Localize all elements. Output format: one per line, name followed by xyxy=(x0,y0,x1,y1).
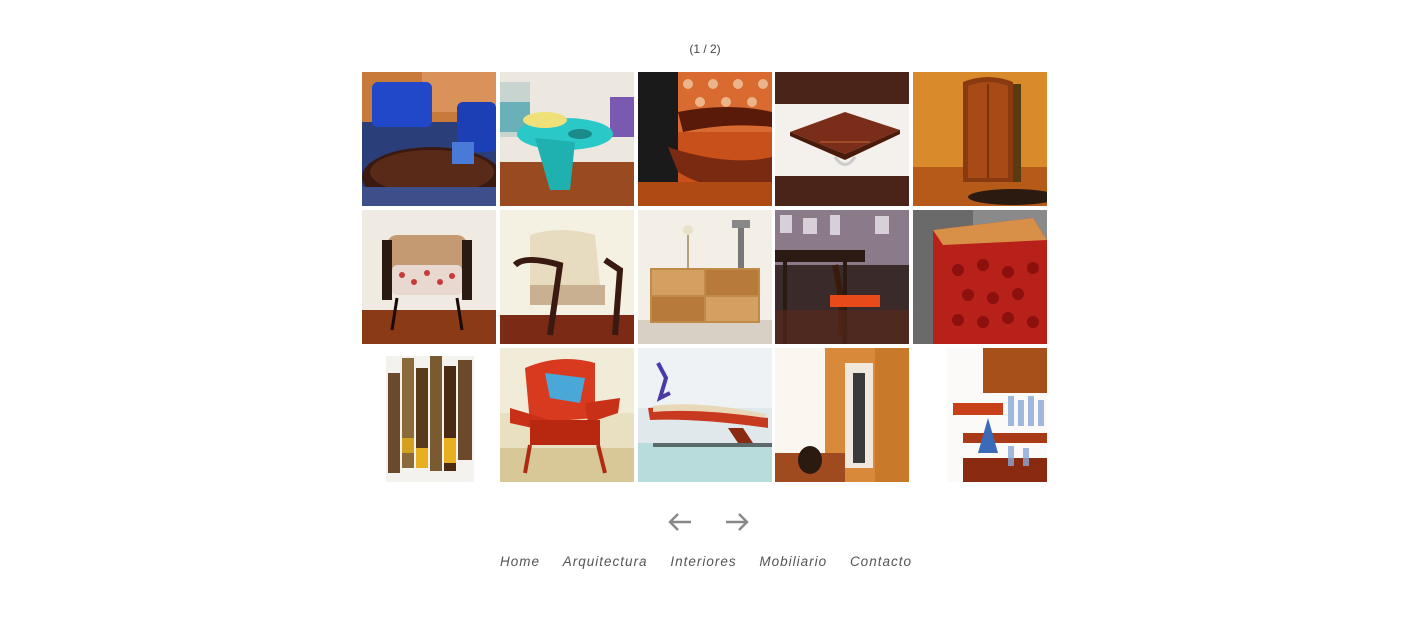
thumbnail-wood-wardrobe[interactable] xyxy=(913,72,1047,206)
thumbnail-red-lace-cube[interactable] xyxy=(913,210,1047,344)
thumbnail-turquoise-table[interactable] xyxy=(499,72,634,206)
thumbnail-wood-tray[interactable] xyxy=(775,72,910,206)
thumbnail-hallway-door[interactable] xyxy=(775,348,910,482)
page: (1 / 2) Home Arquitectura Interiores Mob… xyxy=(0,0,1412,618)
thumbnail-dining-chair[interactable] xyxy=(775,210,910,344)
wood-wardrobe-photo xyxy=(913,72,1047,206)
wood-sculpture-photo xyxy=(362,348,496,482)
thumbnail-burl-dresser[interactable] xyxy=(637,210,772,344)
hallway-door-photo xyxy=(775,348,910,482)
wood-tray-photo xyxy=(775,72,910,206)
thumbnail-red-armchair[interactable] xyxy=(499,348,634,482)
red-lace-cube-photo xyxy=(913,210,1047,344)
nav-link-mobiliario[interactable]: Mobiliario xyxy=(759,554,827,569)
pagination-arrows xyxy=(660,508,760,536)
console-table-photo xyxy=(637,348,772,482)
burl-dresser-photo xyxy=(637,210,772,344)
red-armchair-photo xyxy=(499,348,634,482)
glass-shelf-photo xyxy=(913,348,1047,482)
page-counter: (1 / 2) xyxy=(689,42,721,56)
arrow-left-icon xyxy=(668,513,691,531)
turquoise-table-photo xyxy=(499,72,634,206)
nav-link-arquitectura[interactable]: Arquitectura xyxy=(563,554,648,569)
nav-link-interiores[interactable]: Interiores xyxy=(670,554,736,569)
armchair-red-pattern-photo xyxy=(362,210,496,344)
arrow-right-icon xyxy=(726,513,749,531)
next-page-button[interactable] xyxy=(722,508,752,536)
thumbnail-blue-armchairs[interactable] xyxy=(362,72,496,206)
thumbnail-console-table[interactable] xyxy=(637,348,772,482)
thumbnail-glass-shelf[interactable] xyxy=(913,348,1047,482)
thumbnail-wood-sculpture[interactable] xyxy=(362,348,496,482)
prev-page-button[interactable] xyxy=(665,508,695,536)
armchair-cream-photo xyxy=(499,210,634,344)
dining-chair-photo xyxy=(775,210,910,344)
blue-armchairs-photo xyxy=(362,72,496,206)
thumbnail-wave-bench[interactable] xyxy=(637,72,772,206)
thumbnail-armchair-red-pattern[interactable] xyxy=(362,210,496,344)
thumbnail-armchair-cream[interactable] xyxy=(499,210,634,344)
footer-nav: Home Arquitectura Interiores Mobiliario … xyxy=(0,554,1412,569)
wave-bench-photo xyxy=(637,72,772,206)
nav-link-home[interactable]: Home xyxy=(500,554,540,569)
thumbnail-grid xyxy=(362,72,1047,482)
nav-link-contacto[interactable]: Contacto xyxy=(850,554,912,569)
